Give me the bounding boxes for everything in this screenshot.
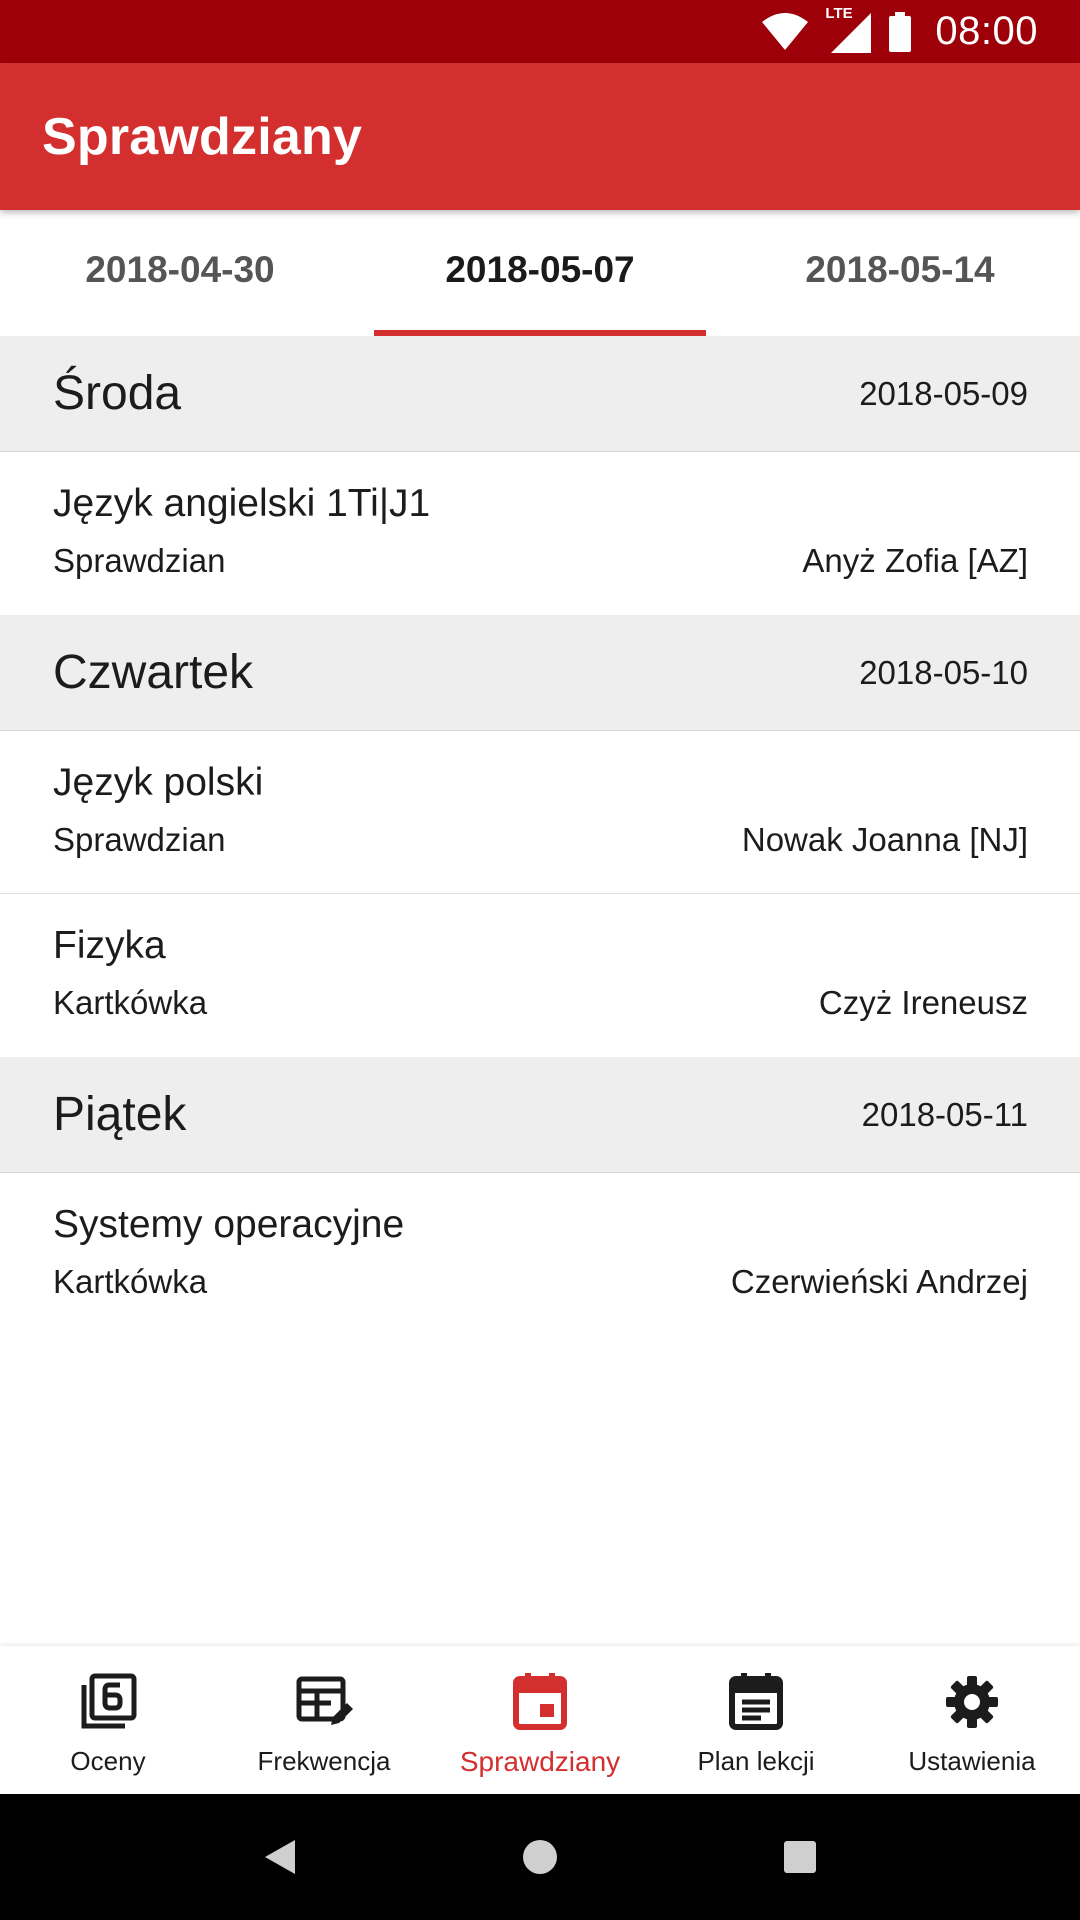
status-bar: LTE 08:00 bbox=[0, 0, 1080, 63]
week-tabs: 2018-04-30 2018-05-07 2018-05-14 bbox=[0, 210, 1080, 336]
page-title: Sprawdziany bbox=[42, 107, 363, 166]
day-date: 2018-05-10 bbox=[859, 653, 1028, 691]
exam-subject: Fizyka bbox=[53, 924, 166, 967]
nav-label: Ustawienia bbox=[908, 1746, 1036, 1776]
screen: LTE 08:00 Sprawdziany 2018-04-30 2018-05… bbox=[0, 0, 1080, 1920]
lte-signal-icon: LTE bbox=[825, 5, 872, 53]
tab-week-3[interactable]: 2018-05-14 bbox=[720, 210, 1080, 336]
clock: 08:00 bbox=[935, 9, 1038, 53]
day-name: Piątek bbox=[53, 1088, 187, 1141]
day-header: Czwartek 2018-05-10 bbox=[0, 615, 1080, 731]
exam-subject: Język polski bbox=[53, 761, 264, 804]
recents-icon[interactable] bbox=[760, 1817, 840, 1897]
exam-type: Kartkówka bbox=[53, 1263, 208, 1300]
calendar-event-icon bbox=[510, 1672, 570, 1732]
grades-icon bbox=[78, 1672, 138, 1732]
timetable-icon bbox=[726, 1672, 786, 1732]
exam-teacher: Czerwieński Andrzej bbox=[730, 1263, 1028, 1300]
home-icon[interactable] bbox=[500, 1817, 580, 1897]
day-header: Piątek 2018-05-11 bbox=[0, 1057, 1080, 1173]
nav-label: Frekwencja bbox=[257, 1746, 391, 1776]
day-date: 2018-05-09 bbox=[859, 374, 1028, 412]
wifi-icon bbox=[761, 12, 809, 52]
nav-label: Sprawdziany bbox=[459, 1746, 621, 1777]
exam-type: Kartkówka bbox=[53, 984, 208, 1021]
exam-teacher: Czyż Ireneusz bbox=[818, 984, 1028, 1021]
nav-item-grades[interactable]: Oceny bbox=[0, 1646, 216, 1794]
exam-list-item[interactable]: Język angielski 1Ti|J1 Sprawdzian Anyż Z… bbox=[0, 452, 1080, 615]
battery-icon bbox=[889, 11, 912, 52]
exam-type: Sprawdzian bbox=[53, 542, 226, 579]
nav-item-exams[interactable]: Sprawdziany bbox=[432, 1646, 648, 1794]
system-navigation-bar bbox=[0, 1794, 1080, 1920]
exam-list-item[interactable]: Systemy operacyjne Kartkówka Czerwieński… bbox=[0, 1173, 1080, 1336]
nav-item-settings[interactable]: Ustawienia bbox=[864, 1646, 1080, 1794]
gear-icon bbox=[942, 1672, 1002, 1732]
nav-label: Plan lekcji bbox=[697, 1746, 815, 1776]
back-icon[interactable] bbox=[240, 1817, 320, 1897]
tab-week-1[interactable]: 2018-04-30 bbox=[0, 210, 360, 336]
exam-list-item[interactable]: Fizyka Kartkówka Czyż Ireneusz bbox=[0, 894, 1080, 1057]
network-type-label: LTE bbox=[825, 4, 853, 22]
attendance-icon bbox=[294, 1672, 354, 1732]
day-header: Środa 2018-05-09 bbox=[0, 336, 1080, 452]
nav-label: Oceny bbox=[70, 1746, 146, 1776]
day-name: Środa bbox=[53, 367, 182, 420]
exam-subject: Język angielski 1Ti|J1 bbox=[53, 482, 431, 525]
exam-subject: Systemy operacyjne bbox=[53, 1203, 405, 1246]
exam-teacher: Anyż Zofia [AZ] bbox=[802, 542, 1028, 579]
nav-item-timetable[interactable]: Plan lekcji bbox=[648, 1646, 864, 1794]
tab-week-2[interactable]: 2018-05-07 bbox=[360, 210, 720, 336]
exam-list-item[interactable]: Język polski Sprawdzian Nowak Joanna [NJ… bbox=[0, 731, 1080, 894]
bottom-navigation: Oceny Frekwencja Sprawdziany Plan lekcji… bbox=[0, 1646, 1080, 1794]
exam-list: Środa 2018-05-09 Język angielski 1Ti|J1 … bbox=[0, 336, 1080, 1336]
app-bar: Sprawdziany bbox=[0, 63, 1080, 210]
day-name: Czwartek bbox=[53, 646, 254, 699]
exam-type: Sprawdzian bbox=[53, 821, 226, 858]
nav-item-attendance[interactable]: Frekwencja bbox=[216, 1646, 432, 1794]
exam-teacher: Nowak Joanna [NJ] bbox=[741, 821, 1028, 858]
day-date: 2018-05-11 bbox=[861, 1095, 1028, 1133]
